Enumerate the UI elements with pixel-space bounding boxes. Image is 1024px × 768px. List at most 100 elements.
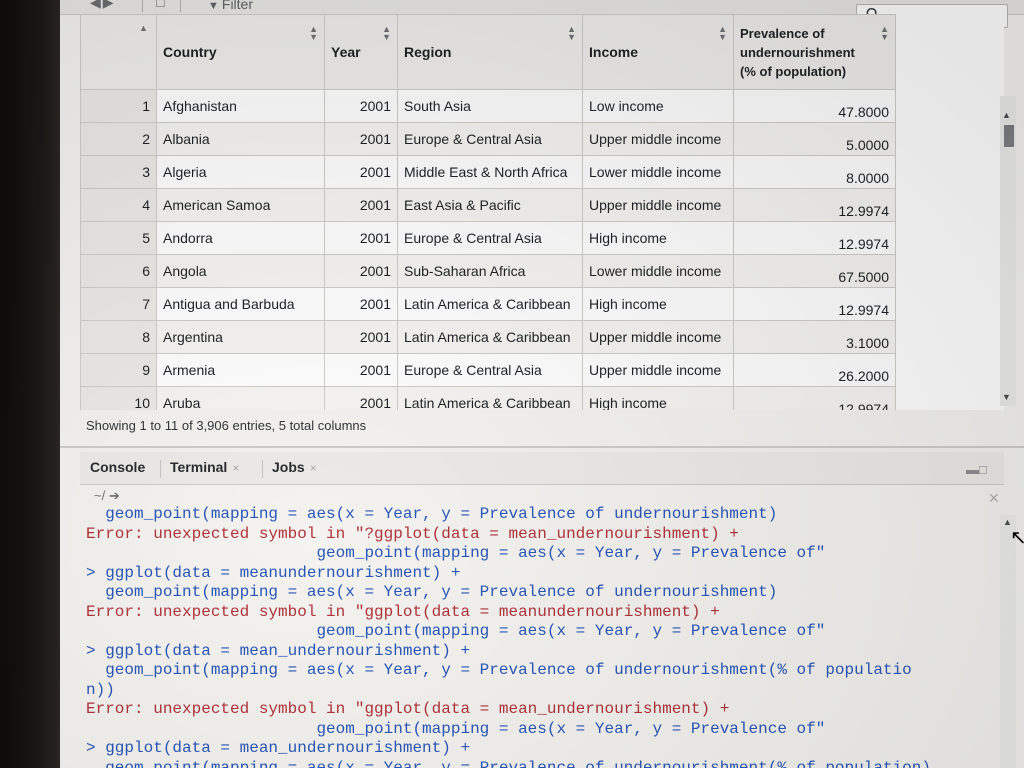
working-directory[interactable]: ~/ ➔: [94, 488, 120, 504]
close-icon[interactable]: ×: [310, 461, 317, 475]
year-cell: 2001: [324, 254, 398, 288]
row-number-cell: 7: [80, 287, 157, 321]
region-cell: Middle East & North Africa: [397, 155, 583, 189]
console-code-line: geom_point(mapping = aes(x = Year, y = P…: [86, 661, 912, 679]
tab-console[interactable]: Console: [90, 459, 145, 475]
income-cell: High income: [582, 386, 734, 410]
back-forward-icon[interactable]: ◀▶: [90, 0, 116, 11]
country-cell: Algeria: [156, 155, 325, 189]
income-cell: Upper middle income: [582, 320, 734, 354]
sort-icon: ▲ ▼: [718, 24, 727, 42]
table-row[interactable]: 10 Aruba 2001 Latin America & Caribbean High…: [80, 386, 896, 410]
tab-divider: [262, 460, 263, 478]
row-number-cell: 6: [80, 254, 157, 288]
console-code-line: geom_point(mapping = aes(x = Year, y = P…: [86, 505, 778, 523]
sort-icon: ▲ ▼: [309, 24, 318, 42]
year-cell: 2001: [324, 386, 398, 410]
console-error-line: Error: unexpected symbol in "?ggplot(dat…: [86, 524, 739, 543]
sort-icon: ▲ ▼: [880, 24, 889, 42]
row-number-cell: 8: [80, 320, 157, 354]
prevalence-cell: 3.1000: [733, 320, 896, 354]
prevalence-cell: 26.2000: [733, 353, 896, 387]
table-row[interactable]: 5 Andorra 2001 Europe & Central Asia High in…: [80, 221, 896, 255]
prevalence-cell: 12.9974: [733, 188, 896, 222]
sort-asc-icon: ▲: [139, 23, 148, 33]
toolbar-divider: [180, 0, 181, 12]
table-row[interactable]: 1 Afghanistan 2001 South Asia Low income 47.8…: [80, 89, 896, 123]
close-icon[interactable]: ×: [232, 461, 239, 475]
scroll-down-icon[interactable]: ▼: [1002, 392, 1011, 402]
sort-icon: ▲ ▼: [567, 24, 576, 42]
tab-terminal[interactable]: Terminal ×: [170, 459, 239, 475]
console-code-line: geom_point(mapping = aes(x = Year, y = P…: [86, 622, 826, 640]
tab-divider: [160, 460, 161, 478]
console-code-line: geom_point(mapping = aes(x = Year, y = P…: [86, 719, 826, 738]
go-to-directory-icon: ➔: [108, 488, 120, 503]
income-cell: Low income: [582, 89, 734, 123]
table-body: 1 Afghanistan 2001 South Asia Low income 47.8…: [80, 89, 896, 410]
country-cell: Argentina: [156, 320, 325, 354]
country-cell: Armenia: [156, 353, 325, 387]
income-cell: High income: [582, 221, 734, 255]
console-code-line: > ggplot(data = mean_undernourishment) +: [86, 739, 471, 757]
income-cell: Lower middle income: [582, 155, 734, 189]
column-header-country[interactable]: Country ▲ ▼: [156, 14, 325, 90]
console-output[interactable]: geom_point(mapping = aes(x = Year, y = P…: [86, 505, 996, 768]
filter-label: Filter: [221, 0, 254, 12]
sort-icon: ▲ ▼: [382, 24, 391, 42]
console-scrollbar[interactable]: ▲: [1000, 515, 1016, 768]
console-code-line: geom_point(mapping = aes(x = Year, y = P…: [86, 583, 778, 601]
toolbar-divider: [142, 0, 143, 12]
table-row[interactable]: 2 Albania 2001 Europe & Central Asia Upper m…: [80, 122, 896, 156]
console-tabbar: Console Terminal × Jobs ×: [80, 452, 1004, 485]
column-header-prevalence[interactable]: Prevalence of undernourishment (% of pop…: [733, 14, 896, 90]
column-header-year[interactable]: Year ▲ ▼: [324, 14, 398, 90]
year-cell: 2001: [324, 221, 398, 255]
year-cell: 2001: [324, 155, 398, 189]
country-cell: American Samoa: [156, 188, 325, 222]
year-cell: 2001: [324, 188, 398, 222]
table-row[interactable]: 8 Argentina 2001 Latin America & Caribbean U…: [80, 320, 896, 354]
region-cell: Latin America & Caribbean: [397, 320, 583, 354]
popout-icon[interactable]: □: [156, 0, 166, 10]
column-header-region[interactable]: Region ▲ ▼: [397, 14, 583, 90]
scroll-up-icon[interactable]: ▲: [1002, 110, 1011, 120]
table-row[interactable]: 9 Armenia 2001 Europe & Central Asia Upper m…: [80, 353, 896, 387]
income-cell: Upper middle income: [582, 353, 734, 387]
monitor-bezel: [0, 0, 60, 768]
year-cell: 2001: [324, 320, 398, 354]
year-cell: 2001: [324, 287, 398, 321]
console-code-line: n)): [86, 680, 115, 699]
prevalence-cell: 12.9974: [733, 221, 896, 255]
column-header-income[interactable]: Income ▲ ▼: [582, 14, 734, 90]
country-cell: Aruba: [156, 386, 325, 410]
table-row[interactable]: 7 Antigua and Barbuda 2001 Latin America & …: [80, 287, 896, 321]
console-code-line: geom_point(mapping = aes(x = Year, y = P…: [86, 758, 931, 768]
minimize-maximize-icon[interactable]: ▬□: [966, 462, 987, 477]
country-cell: Angola: [156, 254, 325, 288]
table-row[interactable]: 4 American Samoa 2001 East Asia & Pacific Up…: [80, 188, 896, 222]
table-status-text: Showing 1 to 11 of 3,906 entries, 5 tota…: [86, 418, 367, 433]
console-code-line: > ggplot(data = meanundernourishment) +: [86, 563, 461, 582]
tab-jobs[interactable]: Jobs ×: [272, 459, 317, 475]
income-cell: High income: [582, 287, 734, 321]
row-number-cell: 4: [80, 188, 157, 222]
row-number-header[interactable]: ▲: [80, 14, 157, 90]
filter-button[interactable]: ▼ Filter: [208, 0, 253, 12]
region-cell: Europe & Central Asia: [397, 353, 583, 387]
country-cell: Antigua and Barbuda: [156, 287, 325, 321]
prevalence-cell: 67.5000: [733, 254, 896, 288]
pane-splitter[interactable]: [60, 446, 1024, 448]
region-cell: Latin America & Caribbean: [397, 386, 583, 410]
region-cell: Sub-Saharan Africa: [397, 254, 583, 288]
region-cell: Latin America & Caribbean: [397, 287, 583, 321]
table-row[interactable]: 3 Algeria 2001 Middle East & North Africa Lo…: [80, 155, 896, 189]
year-cell: 2001: [324, 89, 398, 123]
rstudio-window: ◀▶ □ ▼Filter ⚲ ▲ Country▲▼ Year▲▼ Region…: [60, 0, 1024, 768]
region-cell: East Asia & Pacific: [397, 188, 583, 222]
income-cell: Upper middle income: [582, 188, 734, 222]
prevalence-cell: 8.0000: [733, 155, 896, 189]
table-scroll-thumb[interactable]: [1004, 125, 1014, 147]
table-row[interactable]: 6 Angola 2001 Sub-Saharan Africa Lower middl…: [80, 254, 896, 288]
row-number-cell: 9: [80, 353, 157, 387]
